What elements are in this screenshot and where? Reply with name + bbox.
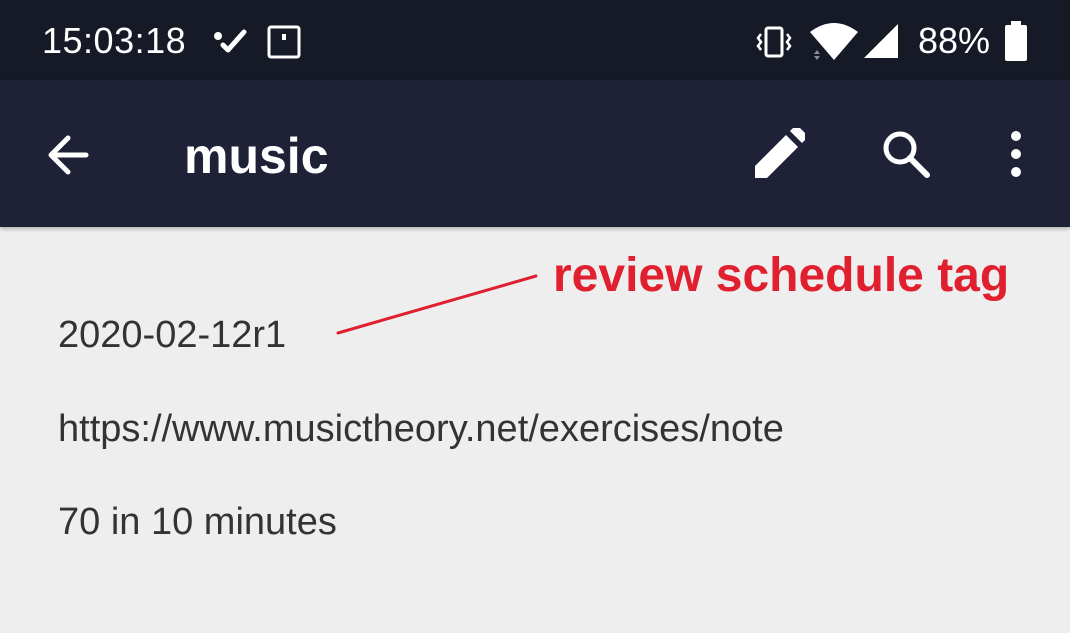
check-notification-icon [214, 29, 247, 53]
page-title: music [184, 128, 329, 184]
battery-icon [1005, 21, 1027, 61]
screenshot-notification-icon [267, 25, 301, 59]
more-vert-icon[interactable] [1004, 130, 1028, 178]
annotation-label: review schedule tag [553, 249, 1010, 302]
battery-percentage: 88% [918, 20, 991, 61]
back-arrow-icon[interactable] [44, 131, 92, 179]
search-icon[interactable] [881, 129, 931, 179]
wifi-icon [810, 23, 858, 60]
status-time: 15:03:18 [42, 20, 187, 61]
cell-signal-icon [864, 24, 898, 58]
note-content: 2020-02-12r1 https://www.musictheory.net… [0, 227, 1070, 633]
status-bar: 15:03:18 88% [0, 0, 1070, 80]
vibrate-icon [756, 26, 792, 58]
app-bar: music [0, 80, 1070, 227]
edit-pencil-icon[interactable] [753, 128, 805, 180]
